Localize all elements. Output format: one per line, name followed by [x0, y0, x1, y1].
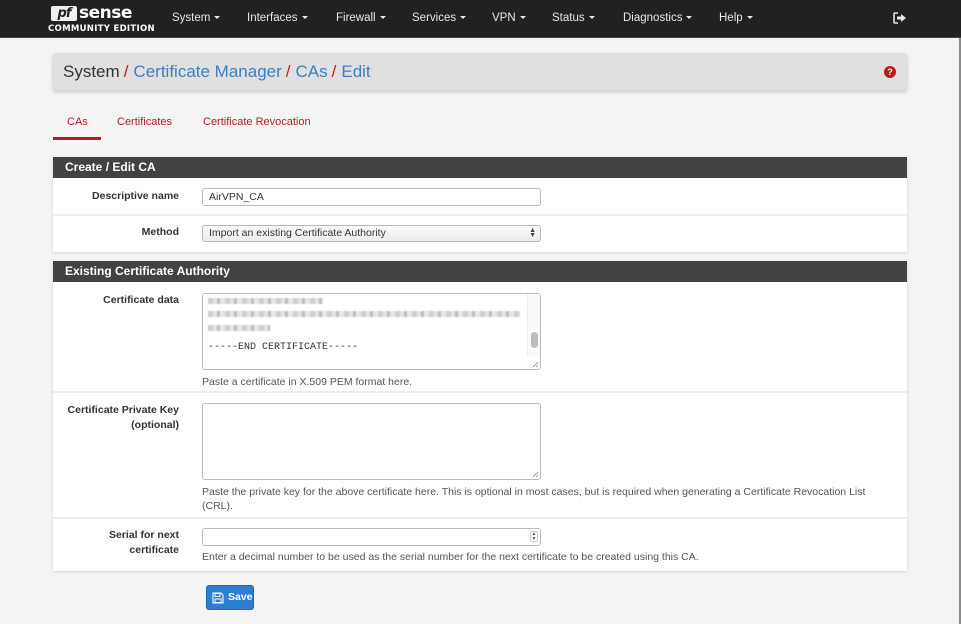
- nav-label: Diagnostics: [623, 12, 683, 24]
- tab-certificates[interactable]: Certificates: [117, 116, 172, 128]
- certificate-end-marker: -----END CERTIFICATE-----: [208, 342, 359, 353]
- method-label: Method: [141, 226, 179, 238]
- save-label: Save: [228, 591, 253, 603]
- nav-help[interactable]: Help: [719, 11, 753, 25]
- caret-down-icon: [519, 16, 526, 20]
- caret-down-icon: [301, 16, 308, 20]
- panel-heading: Existing Certificate Authority: [53, 261, 907, 282]
- breadcrumb-bar: System / Certificate Manager / CAs / Edit ?: [53, 53, 907, 90]
- create-edit-ca-panel: Create / Edit CA Descriptive name AirVPN…: [53, 157, 907, 252]
- tab-certificate-revocation[interactable]: Certificate Revocation: [203, 116, 311, 128]
- breadcrumb-separator: /: [123, 62, 129, 81]
- private-key-label-line2: (optional): [131, 419, 179, 431]
- private-key-help: Paste the private key for the above cert…: [202, 485, 902, 513]
- private-key-row: Certificate Private Key (optional) Paste…: [53, 393, 907, 519]
- floppy-disk-icon: [212, 592, 224, 604]
- breadcrumb-separator: /: [285, 62, 291, 81]
- redacted-text: [208, 325, 270, 331]
- method-select[interactable]: Import an existing Certificate Authority…: [202, 225, 541, 242]
- resize-grip-icon[interactable]: [530, 469, 539, 478]
- descriptive-name-label: Descriptive name: [92, 190, 179, 202]
- top-navbar: pf sense COMMUNITY EDITION System Interf…: [0, 0, 961, 38]
- nav-status[interactable]: Status: [552, 11, 595, 25]
- nav-vpn[interactable]: VPN: [492, 11, 526, 25]
- resize-grip-icon[interactable]: [530, 359, 539, 368]
- nav-label: Services: [412, 12, 457, 24]
- caret-down-icon: [460, 16, 467, 20]
- breadcrumb-certificate-manager[interactable]: Certificate Manager: [133, 62, 281, 81]
- logo-pf: pf: [51, 6, 77, 21]
- certificate-data-help: Paste a certificate in X.509 PEM format …: [202, 376, 413, 388]
- nav-label: Help: [719, 12, 743, 24]
- breadcrumb-separator: /: [331, 62, 337, 81]
- certificate-data-label: Certificate data: [103, 294, 179, 306]
- redacted-text: [208, 298, 323, 304]
- descriptive-name-input[interactable]: AirVPN_CA: [202, 188, 541, 206]
- number-spinner-icon[interactable]: ▲ ▼: [530, 531, 538, 542]
- certificate-data-textarea[interactable]: -----END CERTIFICATE-----: [202, 293, 541, 370]
- logo-sense: sense: [79, 3, 132, 23]
- nav-firewall[interactable]: Firewall: [336, 11, 386, 25]
- nav-services[interactable]: Services: [412, 11, 467, 25]
- method-selected-value: Import an existing Certificate Authority: [209, 227, 386, 239]
- private-key-textarea[interactable]: [202, 403, 541, 480]
- caret-down-icon: [588, 16, 595, 20]
- tab-cas[interactable]: CAs: [67, 116, 88, 128]
- pfsense-logo[interactable]: pf sense COMMUNITY EDITION: [48, 3, 158, 37]
- sign-out-icon[interactable]: [893, 12, 907, 24]
- breadcrumb-cas[interactable]: CAs: [296, 62, 328, 81]
- breadcrumb: System / Certificate Manager / CAs / Edit: [63, 62, 371, 82]
- redacted-text: [208, 311, 520, 317]
- serial-label-line2: certificate: [129, 544, 179, 556]
- nav-label: VPN: [492, 12, 516, 24]
- breadcrumb-edit[interactable]: Edit: [341, 62, 370, 81]
- nav-label: Status: [552, 12, 585, 24]
- descriptive-name-row: Descriptive name AirVPN_CA: [53, 178, 907, 216]
- serial-row: Serial for next certificate ▲ ▼ Enter a d…: [53, 519, 907, 571]
- breadcrumb-system: System: [63, 62, 120, 81]
- caret-down-icon: [746, 16, 753, 20]
- nav-label: Firewall: [336, 12, 376, 24]
- caret-down-icon: [686, 16, 693, 20]
- panel-heading: Create / Edit CA: [53, 157, 907, 178]
- certificate-data-row: Certificate data -----END CERTIFICATE---…: [53, 282, 907, 393]
- question-circle-icon[interactable]: ?: [884, 66, 896, 78]
- save-button[interactable]: Save: [206, 585, 254, 610]
- private-key-help-line2: (CRL).: [202, 500, 233, 512]
- select-arrows-icon: ▲ ▼: [529, 227, 536, 239]
- nav-interfaces[interactable]: Interfaces: [247, 11, 308, 25]
- serial-label-line1: Serial for next: [108, 529, 179, 541]
- caret-down-icon: [379, 16, 386, 20]
- method-row: Method Import an existing Certificate Au…: [53, 216, 907, 252]
- serial-label: Serial for next certificate: [109, 528, 179, 558]
- logo-edition: COMMUNITY EDITION: [48, 24, 155, 34]
- private-key-help-line1: Paste the private key for the above cert…: [202, 486, 866, 498]
- nav-label: System: [172, 12, 211, 24]
- private-key-label-line1: Certificate Private Key: [67, 404, 179, 416]
- serial-help: Enter a decimal number to be used as the…: [202, 551, 699, 563]
- active-tab-indicator: [53, 137, 101, 140]
- private-key-label: Certificate Private Key (optional): [68, 403, 179, 433]
- nav-label: Interfaces: [247, 12, 298, 24]
- scrollbar-thumb[interactable]: [531, 332, 538, 348]
- serial-input[interactable]: ▲ ▼: [202, 528, 541, 546]
- caret-down-icon: [214, 16, 221, 20]
- textarea-scrollbar[interactable]: [527, 294, 540, 356]
- existing-ca-panel: Existing Certificate Authority Certifica…: [53, 261, 907, 571]
- nav-diagnostics[interactable]: Diagnostics: [623, 11, 693, 25]
- nav-system[interactable]: System: [172, 11, 221, 25]
